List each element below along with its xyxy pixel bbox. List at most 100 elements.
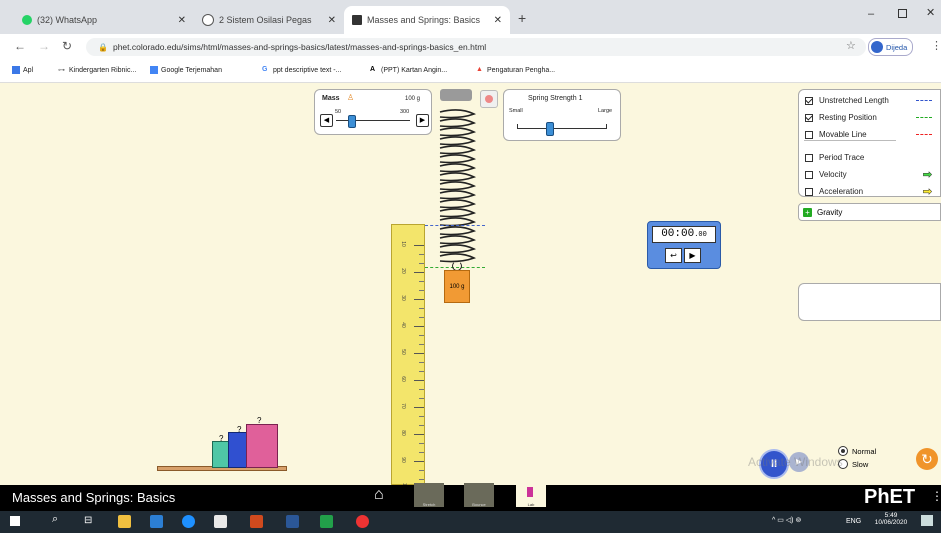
option-unstretched-length[interactable]: Unstretched Length (805, 92, 934, 109)
stopwatch-play-button[interactable]: ▶ (684, 248, 701, 263)
mass-increase-button[interactable]: ▶ (416, 114, 429, 127)
language-indicator[interactable]: ENG (846, 518, 861, 525)
home-icon[interactable]: ⌂ (374, 486, 384, 504)
profile-label: Dijeda (886, 42, 908, 52)
window-close-icon[interactable]: ✕ (926, 6, 935, 19)
bookmark-ppt-kartan[interactable]: A (PPT) Kartan Angin... (370, 66, 447, 74)
reset-all-button[interactable]: ↻ (916, 448, 938, 470)
menu-kebab-icon[interactable]: ⋮ (931, 39, 941, 52)
yellow-arrow-icon: ➡ (922, 186, 933, 199)
clock[interactable]: 5:49 10/06/2020 (873, 512, 909, 526)
bookmark-pengaturan[interactable]: ▲ Pengaturan Pengha... (476, 66, 555, 74)
checkbox[interactable] (805, 130, 813, 139)
spring-slider-thumb[interactable] (545, 122, 554, 136)
spring-coil-loop (439, 145, 477, 155)
close-icon[interactable]: ✕ (178, 15, 186, 26)
maximize-icon[interactable] (898, 9, 907, 18)
task-view-icon[interactable]: ⊟ (84, 515, 92, 526)
notifications-icon[interactable] (921, 515, 933, 526)
checkbox[interactable] (805, 170, 813, 179)
mail-icon[interactable] (150, 515, 163, 528)
stopwatch[interactable]: 00:00.00 ↩ ▶ (647, 221, 721, 269)
close-icon[interactable]: ✕ (494, 15, 502, 26)
hanging-mass[interactable]: 100 g (444, 270, 470, 303)
bookmark-google-translate[interactable]: Google Terjemahan (150, 66, 222, 74)
ruler[interactable]: 102030405060708090100 (391, 224, 425, 507)
option-velocity[interactable]: Velocity ➡ (805, 166, 934, 183)
minimize-icon[interactable]: – (868, 8, 874, 20)
tab-masses-springs[interactable]: Masses and Springs: Basics ✕ (344, 6, 510, 34)
close-icon[interactable]: ✕ (328, 15, 336, 26)
spring-slider-track[interactable] (517, 128, 607, 129)
store-icon[interactable] (214, 515, 227, 528)
tab-label: Masses and Springs: Basics (367, 15, 481, 25)
search-icon[interactable]: ⌕ (52, 513, 58, 526)
system-tray-icons[interactable]: ^ ▭ ◁) ⊚ (772, 516, 801, 524)
phet-menu-icon[interactable]: ⋮ (931, 489, 941, 503)
gravity-accordion[interactable]: + Gravity (798, 203, 941, 221)
bookmark-label: Google Terjemahan (161, 66, 222, 74)
checkbox[interactable] (805, 96, 813, 105)
file-explorer-icon[interactable] (118, 515, 131, 528)
bookmark-label: Pengaturan Pengha... (487, 66, 556, 74)
globe-icon (202, 14, 214, 26)
option-label: Acceleration (819, 187, 864, 196)
bookmark-apps[interactable]: Apl (12, 66, 33, 74)
speed-normal-radio[interactable]: Normal (838, 446, 876, 456)
windows-start-icon[interactable] (10, 516, 20, 526)
ruler-minor-tick (419, 317, 424, 318)
mass-max-label: 300 (400, 109, 410, 115)
mass-decrease-button[interactable]: ◀ (320, 114, 333, 127)
spring-coil[interactable] (430, 100, 490, 270)
tab-whatsapp[interactable]: (32) WhatsApp ✕ (14, 6, 194, 34)
speed-slow-label: Slow (852, 459, 869, 469)
unknown-mass-large[interactable] (246, 424, 278, 468)
ruler-tick-label: 80 (399, 430, 406, 436)
spring-coil-loop (439, 172, 477, 182)
spring-coil-loop (439, 181, 477, 191)
profile-button[interactable]: Dijeda (868, 38, 914, 56)
back-icon[interactable]: ← (14, 39, 26, 53)
ruler-tick-label: 20 (399, 268, 406, 274)
bookmark-ppt-descriptive[interactable]: Gppt descriptive text -... (262, 66, 341, 74)
powerpoint-icon[interactable] (250, 515, 263, 528)
screen-bounce-button[interactable]: Bounce (464, 483, 494, 507)
ruler-minor-tick (419, 470, 424, 471)
chrome-icon[interactable] (356, 515, 369, 528)
stopwatch-reset-button[interactable]: ↩ (665, 248, 682, 263)
excel-icon[interactable] (320, 515, 333, 528)
ruler-minor-tick (419, 416, 424, 417)
screen-lab-button[interactable]: Lab (516, 483, 546, 507)
spring-coil-loop (439, 154, 477, 164)
word-icon[interactable] (286, 515, 299, 528)
tab-sistem-osilasi[interactable]: 2 Sistem Osilasi Pegas ✕ (194, 6, 344, 34)
mass-slider-thumb[interactable] (347, 115, 356, 128)
screen-label: Bounce (472, 502, 486, 507)
spring-strength-panel: Spring Strength 1 Small Large (503, 89, 621, 141)
ruler-tick (414, 326, 424, 327)
edge-icon[interactable] (182, 515, 195, 528)
option-acceleration[interactable]: Acceleration ➡ (805, 183, 934, 200)
forward-icon[interactable]: → (38, 39, 50, 53)
checkbox[interactable] (805, 187, 813, 196)
bookmark-star-icon[interactable]: ☆ (846, 39, 856, 52)
option-period-trace[interactable]: Period Trace (805, 149, 934, 166)
screen-label: Stretch (422, 502, 436, 507)
ruler-minor-tick (419, 371, 424, 372)
screen-stretch-button[interactable]: Stretch (414, 483, 444, 507)
option-resting-position[interactable]: Resting Position (805, 109, 934, 126)
mass-hook-icon: ? (237, 425, 242, 434)
dashed-green-indicator (916, 117, 932, 118)
expand-plus-icon[interactable]: + (803, 207, 812, 217)
reload-icon[interactable]: ↻ (62, 39, 72, 53)
bookmark-kindergarten[interactable]: ⊶ Kindergarten Ribnic... (58, 66, 136, 75)
mass-min-label: 50 (335, 109, 342, 115)
new-tab-button[interactable]: + (518, 10, 526, 26)
tab-label: 2 Sistem Osilasi Pegas (219, 15, 312, 25)
address-bar[interactable]: 🔒 phet.colorado.edu/sims/html/masses-and… (86, 38, 866, 56)
checkbox[interactable] (805, 153, 813, 162)
checkbox[interactable] (805, 113, 813, 122)
option-label: Resting Position (819, 113, 877, 122)
phet-logo[interactable]: PhET (864, 486, 915, 509)
hanging-mass-label: 100 g (449, 283, 465, 290)
